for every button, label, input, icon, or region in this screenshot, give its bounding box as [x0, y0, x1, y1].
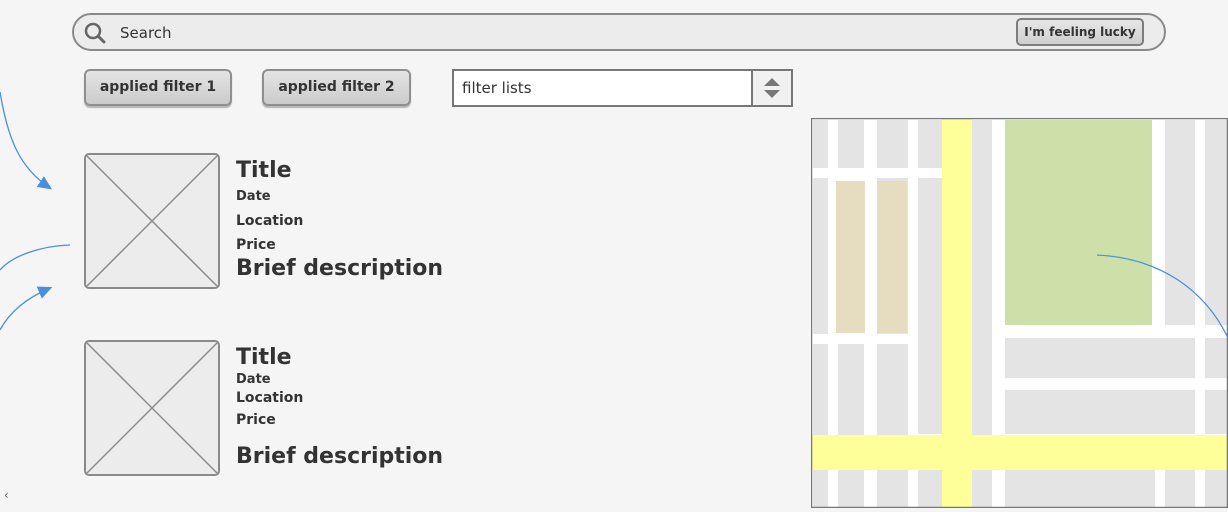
search-input[interactable]: [120, 21, 980, 45]
listing-1-location: Location: [236, 213, 304, 229]
listing-2-location: Location: [236, 390, 304, 406]
map-view[interactable]: [810, 117, 1228, 509]
search-icon[interactable]: [84, 22, 106, 44]
listing-2-date: Date: [236, 372, 271, 387]
filter-lists-select[interactable]: filter lists: [452, 69, 793, 107]
map-placeholder-icon: [810, 117, 1228, 509]
listing-2-image[interactable]: [84, 340, 220, 476]
listing-2-title[interactable]: Title: [236, 345, 292, 370]
listing-1-title[interactable]: Title: [236, 158, 292, 183]
search-bar: I'm feeling lucky: [72, 13, 1166, 51]
applied-filter-2-button[interactable]: applied filter 2: [262, 69, 411, 106]
image-placeholder-icon: [84, 153, 220, 289]
listing-1-image[interactable]: [84, 153, 220, 289]
feeling-lucky-button[interactable]: I'm feeling lucky: [1016, 18, 1144, 46]
corner-glyph: ‹: [4, 488, 9, 502]
up-down-stepper-icon[interactable]: [751, 71, 791, 105]
listing-1-price: Price: [236, 237, 276, 253]
listing-1-description: Brief description: [236, 256, 444, 281]
image-placeholder-icon: [84, 340, 220, 476]
applied-filter-1-button[interactable]: applied filter 1: [84, 69, 232, 106]
listing-1-date: Date: [236, 189, 271, 204]
listing-2-description: Brief description: [236, 444, 444, 469]
filter-lists-value: filter lists: [462, 79, 532, 97]
listing-2-price: Price: [236, 412, 276, 428]
